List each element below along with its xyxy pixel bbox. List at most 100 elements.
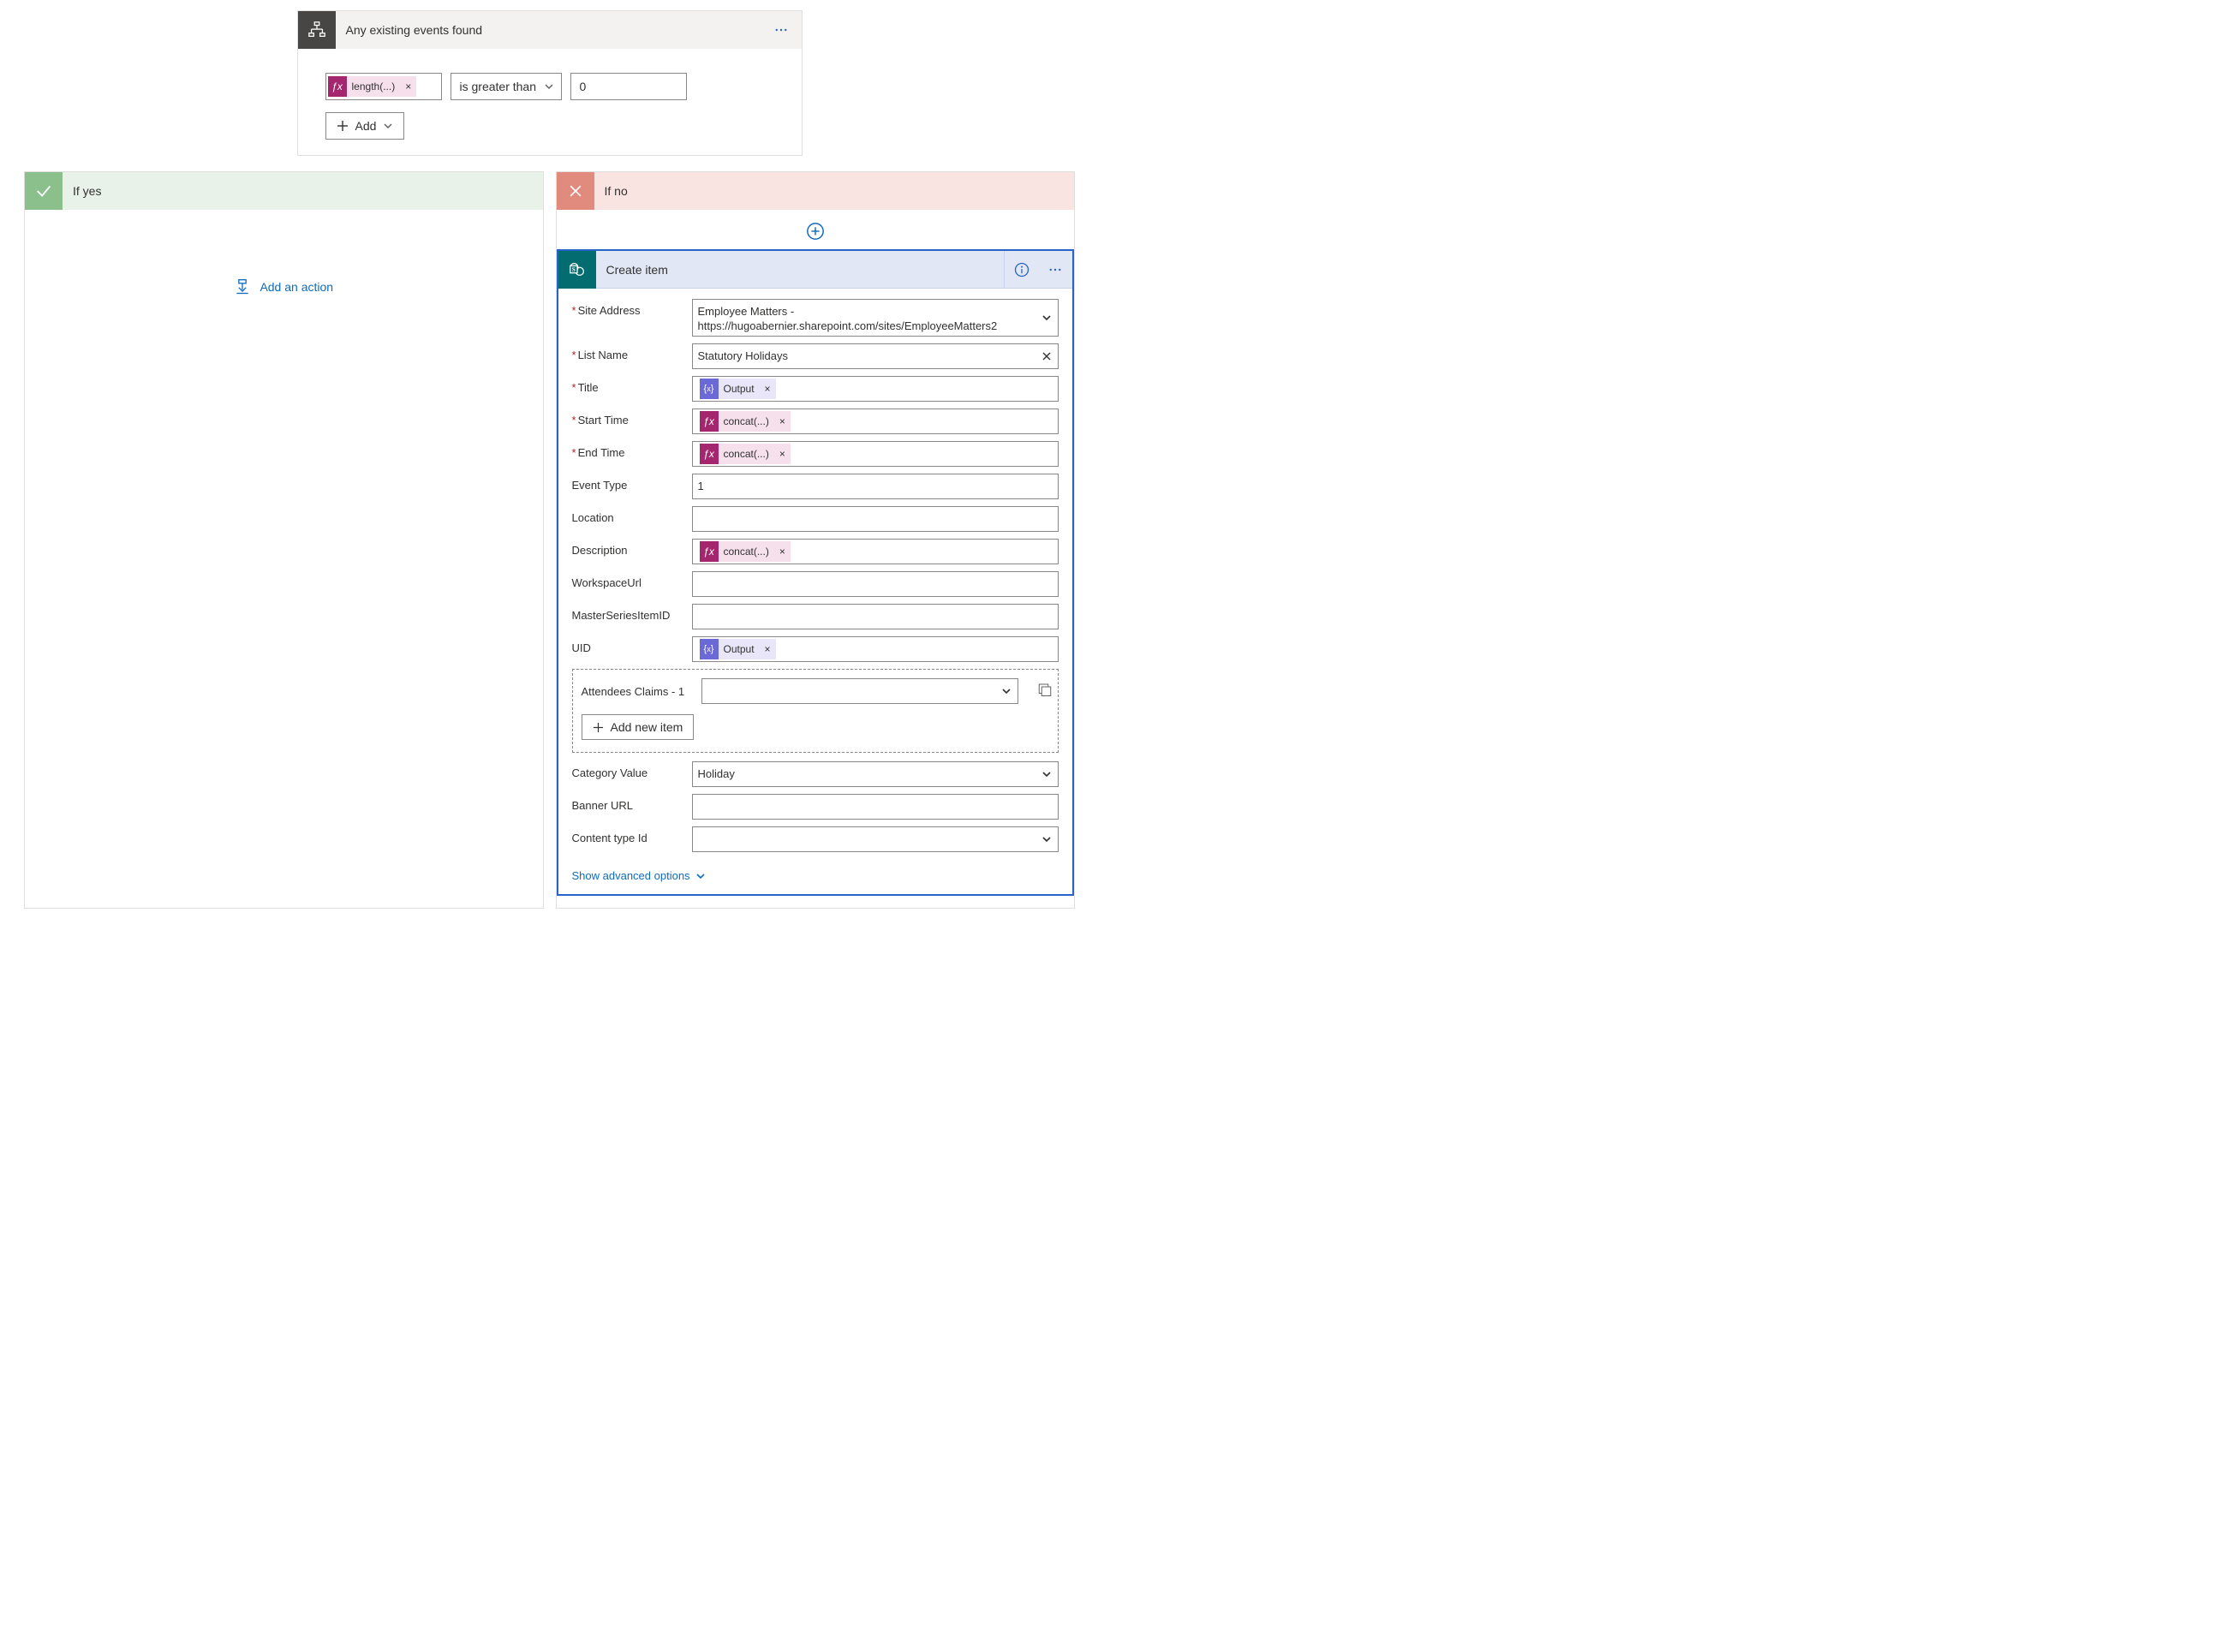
info-button[interactable] <box>1004 251 1038 289</box>
description-input[interactable]: ƒx concat(...) × <box>692 539 1059 564</box>
list-name-input[interactable]: Statutory Holidays <box>692 343 1059 369</box>
attendees-select[interactable] <box>701 678 1019 704</box>
event-type-value: 1 <box>698 480 704 494</box>
add-action-label: Add an action <box>260 280 333 294</box>
svg-text:S: S <box>571 265 575 272</box>
label-uid: UID <box>572 636 683 654</box>
branch-no-header[interactable]: If no <box>557 172 1075 210</box>
condition-header[interactable]: Any existing events found <box>298 11 802 49</box>
token-label: concat(...) <box>719 546 774 558</box>
chevron-down-icon <box>1000 685 1012 697</box>
fx-icon: ƒx <box>700 444 719 464</box>
uid-input[interactable]: {x} Output × <box>692 636 1059 662</box>
check-icon <box>25 172 63 210</box>
label-content-type: Content type Id <box>572 826 683 844</box>
fx-icon: ƒx <box>700 411 719 432</box>
fx-token-concat[interactable]: ƒx concat(...) × <box>700 411 791 432</box>
dynamic-icon: {x} <box>700 379 719 399</box>
create-item-more-button[interactable] <box>1041 256 1069 283</box>
attendees-group: Attendees Claims - 1 <box>572 669 1059 753</box>
fx-token-concat[interactable]: ƒx concat(...) × <box>700 541 791 562</box>
branch-no-title: If no <box>594 184 628 198</box>
add-label: Add <box>355 119 377 133</box>
condition-body: ƒx length(...) × is greater than 0 <box>298 49 802 155</box>
condition-card: Any existing events found ƒx length(...)… <box>297 10 803 156</box>
show-advanced-button[interactable]: Show advanced options <box>558 862 1073 894</box>
token-label: concat(...) <box>719 415 774 427</box>
location-input[interactable] <box>692 506 1059 532</box>
chevron-down-icon <box>695 871 706 881</box>
chevron-down-icon <box>1041 833 1053 845</box>
fx-icon: ƒx <box>328 76 347 97</box>
title-input[interactable]: {x} Output × <box>692 376 1059 402</box>
show-advanced-label: Show advanced options <box>572 869 690 882</box>
branch-yes: If yes Add an action <box>24 171 544 909</box>
label-location: Location <box>572 506 683 524</box>
master-series-input[interactable] <box>692 604 1059 629</box>
chevron-down-icon <box>544 81 554 92</box>
label-end-time: *End Time <box>572 441 683 459</box>
token-remove-icon[interactable]: × <box>760 383 776 395</box>
site-address-value: Employee Matters - https://hugoabernier.… <box>698 305 1033 334</box>
fx-token-label: length(...) <box>347 81 401 92</box>
switch-mode-icon[interactable] <box>1037 682 1053 697</box>
fx-token-length[interactable]: ƒx length(...) × <box>328 76 417 97</box>
workspace-url-input[interactable] <box>692 571 1059 597</box>
label-attendees: Attendees Claims - 1 <box>582 685 693 698</box>
label-event-type: Event Type <box>572 474 683 492</box>
chevron-down-icon <box>1041 768 1053 780</box>
condition-add-button[interactable]: Add <box>325 112 405 140</box>
condition-left-operand[interactable]: ƒx length(...) × <box>325 73 442 100</box>
condition-icon <box>298 11 336 49</box>
dynamic-token-output[interactable]: {x} Output × <box>700 639 776 659</box>
label-title: *Title <box>572 376 683 394</box>
token-label: Output <box>719 383 760 395</box>
add-new-item-button[interactable]: Add new item <box>582 714 695 740</box>
start-time-input[interactable]: ƒx concat(...) × <box>692 409 1059 434</box>
banner-url-input[interactable] <box>692 794 1059 820</box>
condition-title: Any existing events found <box>336 23 483 37</box>
label-master-series: MasterSeriesItemID <box>572 604 683 622</box>
branch-yes-title: If yes <box>63 184 101 198</box>
close-icon <box>557 172 594 210</box>
list-name-value: Statutory Holidays <box>698 349 789 364</box>
label-list-name: *List Name <box>572 343 683 361</box>
token-remove-icon[interactable]: × <box>760 643 776 655</box>
token-remove-icon[interactable]: × <box>400 81 416 92</box>
chevron-down-icon <box>1041 312 1053 324</box>
sharepoint-icon: S <box>558 251 596 289</box>
end-time-input[interactable]: ƒx concat(...) × <box>692 441 1059 467</box>
dynamic-icon: {x} <box>700 639 719 659</box>
chevron-down-icon <box>383 121 393 131</box>
label-description: Description <box>572 539 683 557</box>
category-select[interactable]: Holiday <box>692 761 1059 787</box>
add-action-button[interactable]: Add an action <box>42 227 526 347</box>
fx-token-concat[interactable]: ƒx concat(...) × <box>700 444 791 464</box>
token-label: Output <box>719 643 760 655</box>
dynamic-token-output[interactable]: {x} Output × <box>700 379 776 399</box>
category-value: Holiday <box>698 767 735 782</box>
fx-icon: ƒx <box>700 541 719 562</box>
plus-icon <box>337 120 349 132</box>
condition-operator-select[interactable]: is greater than <box>451 73 562 100</box>
token-remove-icon[interactable]: × <box>774 448 791 460</box>
label-workspace-url: WorkspaceUrl <box>572 571 683 589</box>
content-type-select[interactable] <box>692 826 1059 852</box>
insert-action-icon <box>234 278 251 295</box>
operator-label: is greater than <box>460 80 537 93</box>
plus-icon <box>593 722 604 733</box>
add-new-item-label: Add new item <box>611 720 683 734</box>
condition-value-input[interactable]: 0 <box>570 73 687 100</box>
condition-more-button[interactable] <box>767 16 795 44</box>
branch-no: If no S Create item <box>556 171 1076 909</box>
label-site-address: *Site Address <box>572 299 683 317</box>
site-address-select[interactable]: Employee Matters - https://hugoabernier.… <box>692 299 1059 337</box>
event-type-input[interactable]: 1 <box>692 474 1059 499</box>
label-start-time: *Start Time <box>572 409 683 426</box>
token-remove-icon[interactable]: × <box>774 415 791 427</box>
token-remove-icon[interactable]: × <box>774 546 791 558</box>
label-category: Category Value <box>572 761 683 779</box>
clear-icon[interactable] <box>1041 350 1053 362</box>
add-step-button[interactable] <box>557 222 1075 241</box>
branch-yes-header[interactable]: If yes <box>25 172 543 210</box>
